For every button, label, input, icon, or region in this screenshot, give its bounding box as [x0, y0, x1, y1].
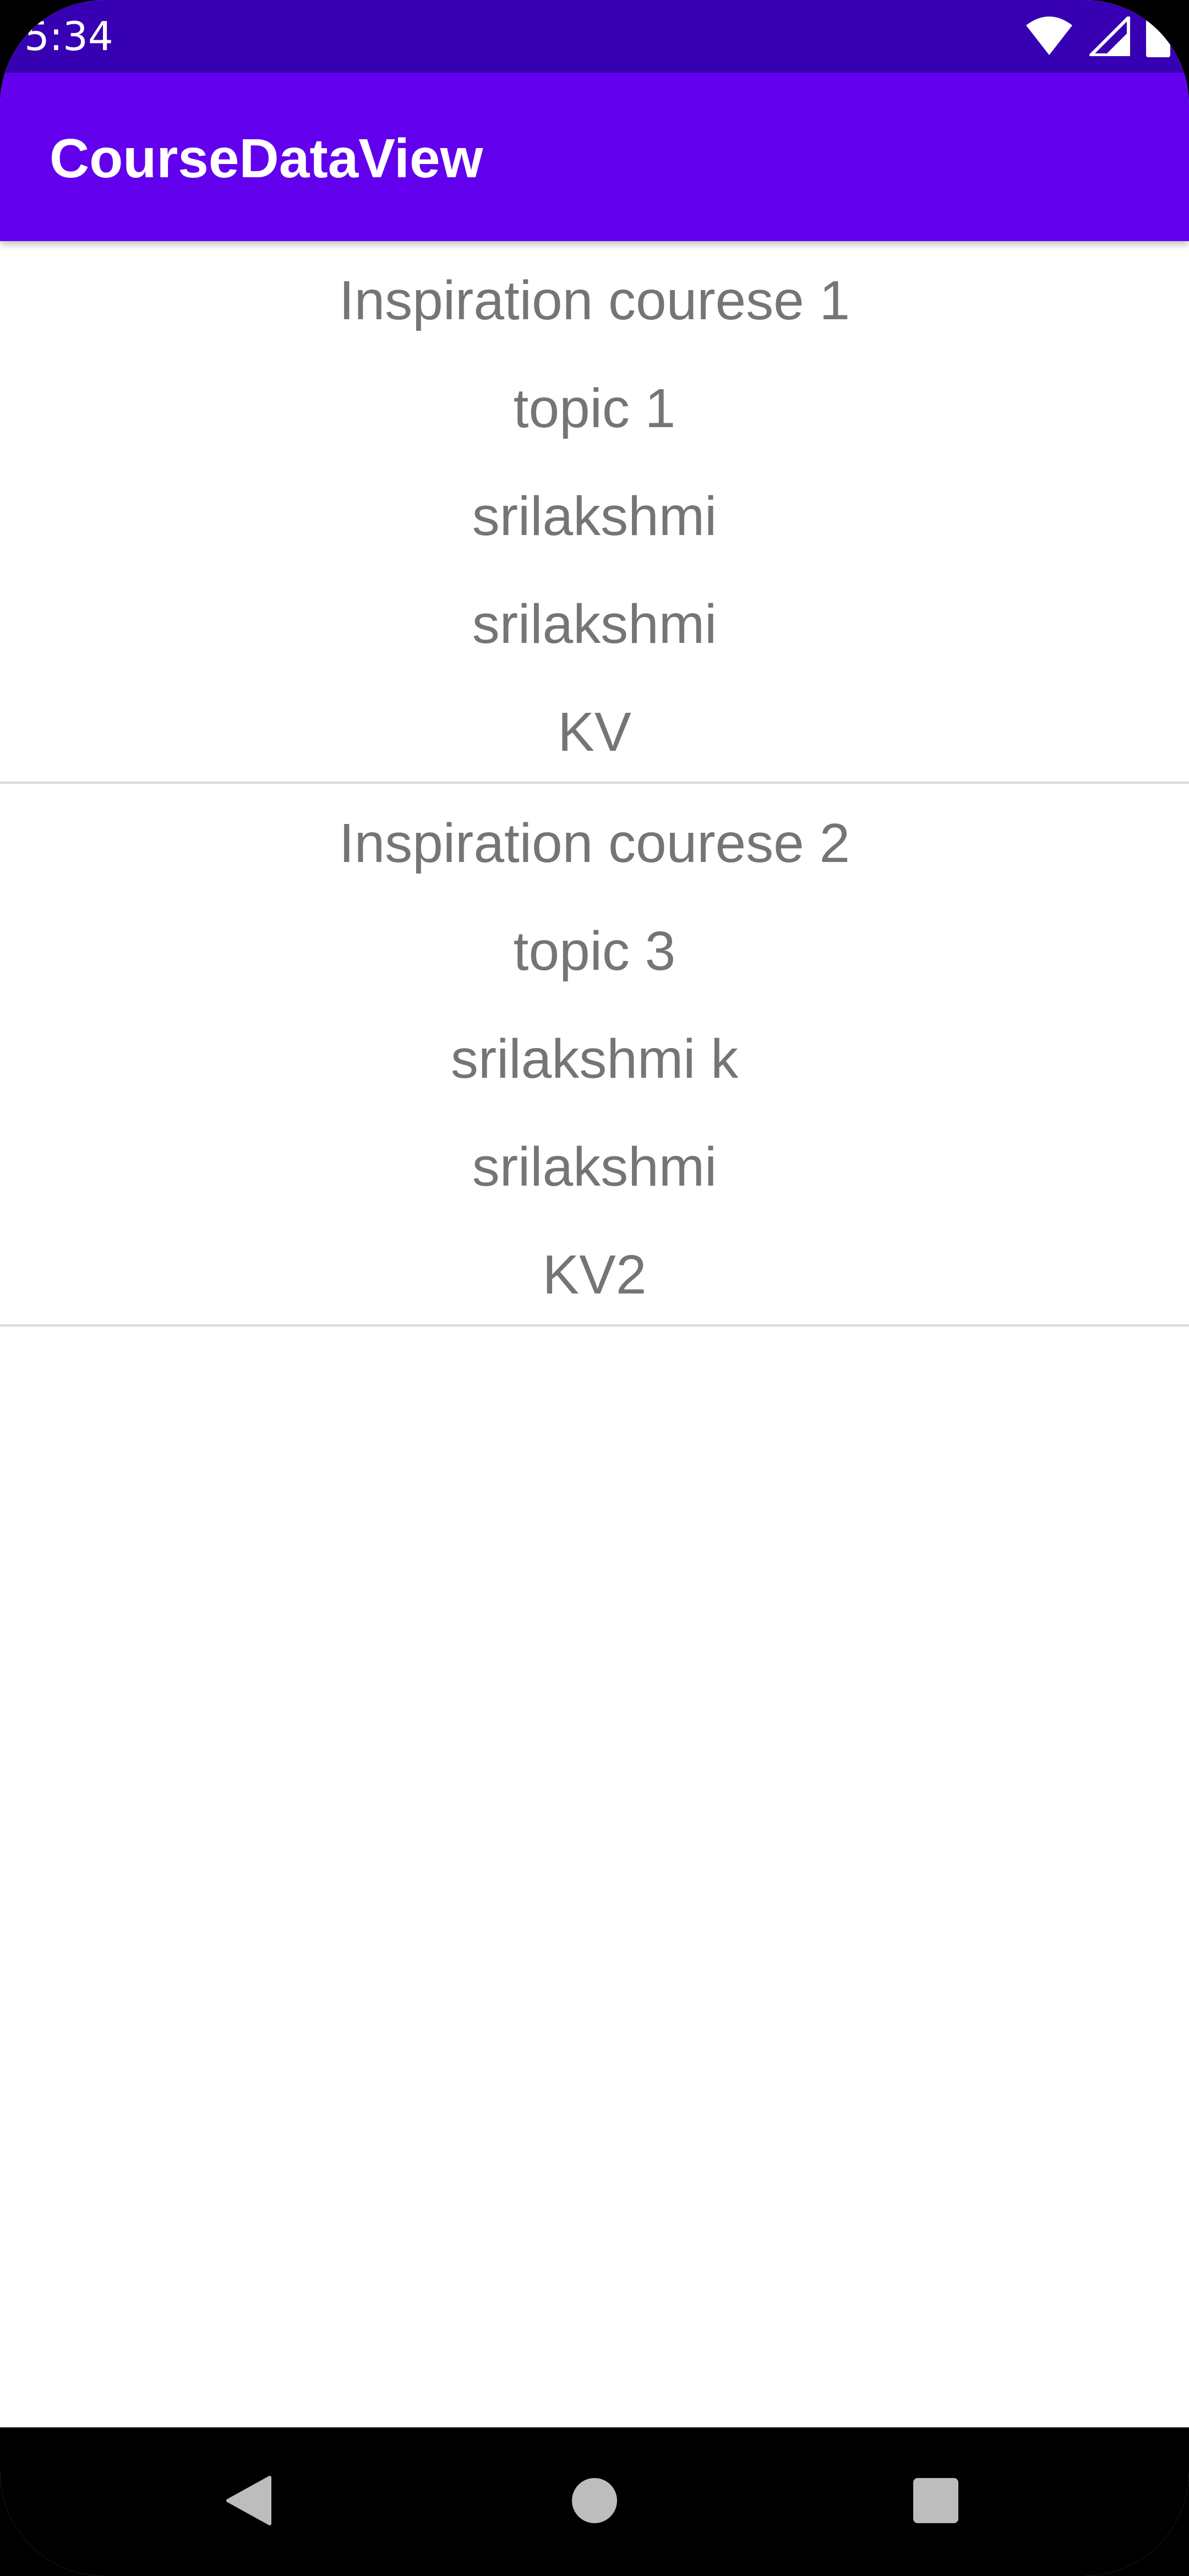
recents-icon [913, 2477, 959, 2526]
course-code: KV [558, 701, 631, 763]
back-icon [226, 2475, 272, 2528]
course-code: KV2 [542, 1244, 647, 1306]
course-card[interactable]: Inspiration courese 2 topic 3 srilakshmi… [0, 784, 1189, 1327]
course-author: srilakshmi k [450, 1028, 739, 1090]
status-icons [1025, 14, 1170, 58]
course-name: Inspiration courese 1 [339, 270, 850, 331]
status-time: 5:34 [24, 13, 113, 59]
course-list[interactable]: Inspiration courese 1 topic 1 srilakshmi… [0, 241, 1189, 2427]
cellular-signal-icon [1089, 17, 1131, 56]
device-screen: 5:34 CourseDataView Inspiration courese … [0, 0, 1189, 2576]
course-topic: topic 3 [513, 920, 676, 982]
course-instructor: srilakshmi [472, 593, 717, 655]
app-title: CourseDataView [50, 128, 483, 189]
home-button[interactable] [523, 2427, 666, 2576]
course-instructor: srilakshmi [472, 1136, 717, 1198]
recents-button[interactable] [864, 2427, 1007, 2576]
course-card[interactable]: Inspiration courese 1 topic 1 srilakshmi… [0, 241, 1189, 784]
back-button[interactable] [177, 2427, 320, 2576]
status-bar: 5:34 [0, 0, 1189, 73]
app-bar: CourseDataView [0, 73, 1189, 241]
course-author: srilakshmi [472, 485, 717, 547]
navigation-bar [0, 2427, 1189, 2576]
battery-icon [1146, 15, 1170, 57]
course-topic: topic 1 [513, 378, 676, 439]
wifi-icon [1025, 17, 1073, 56]
course-name: Inspiration courese 2 [339, 812, 850, 874]
home-icon [571, 2477, 618, 2526]
